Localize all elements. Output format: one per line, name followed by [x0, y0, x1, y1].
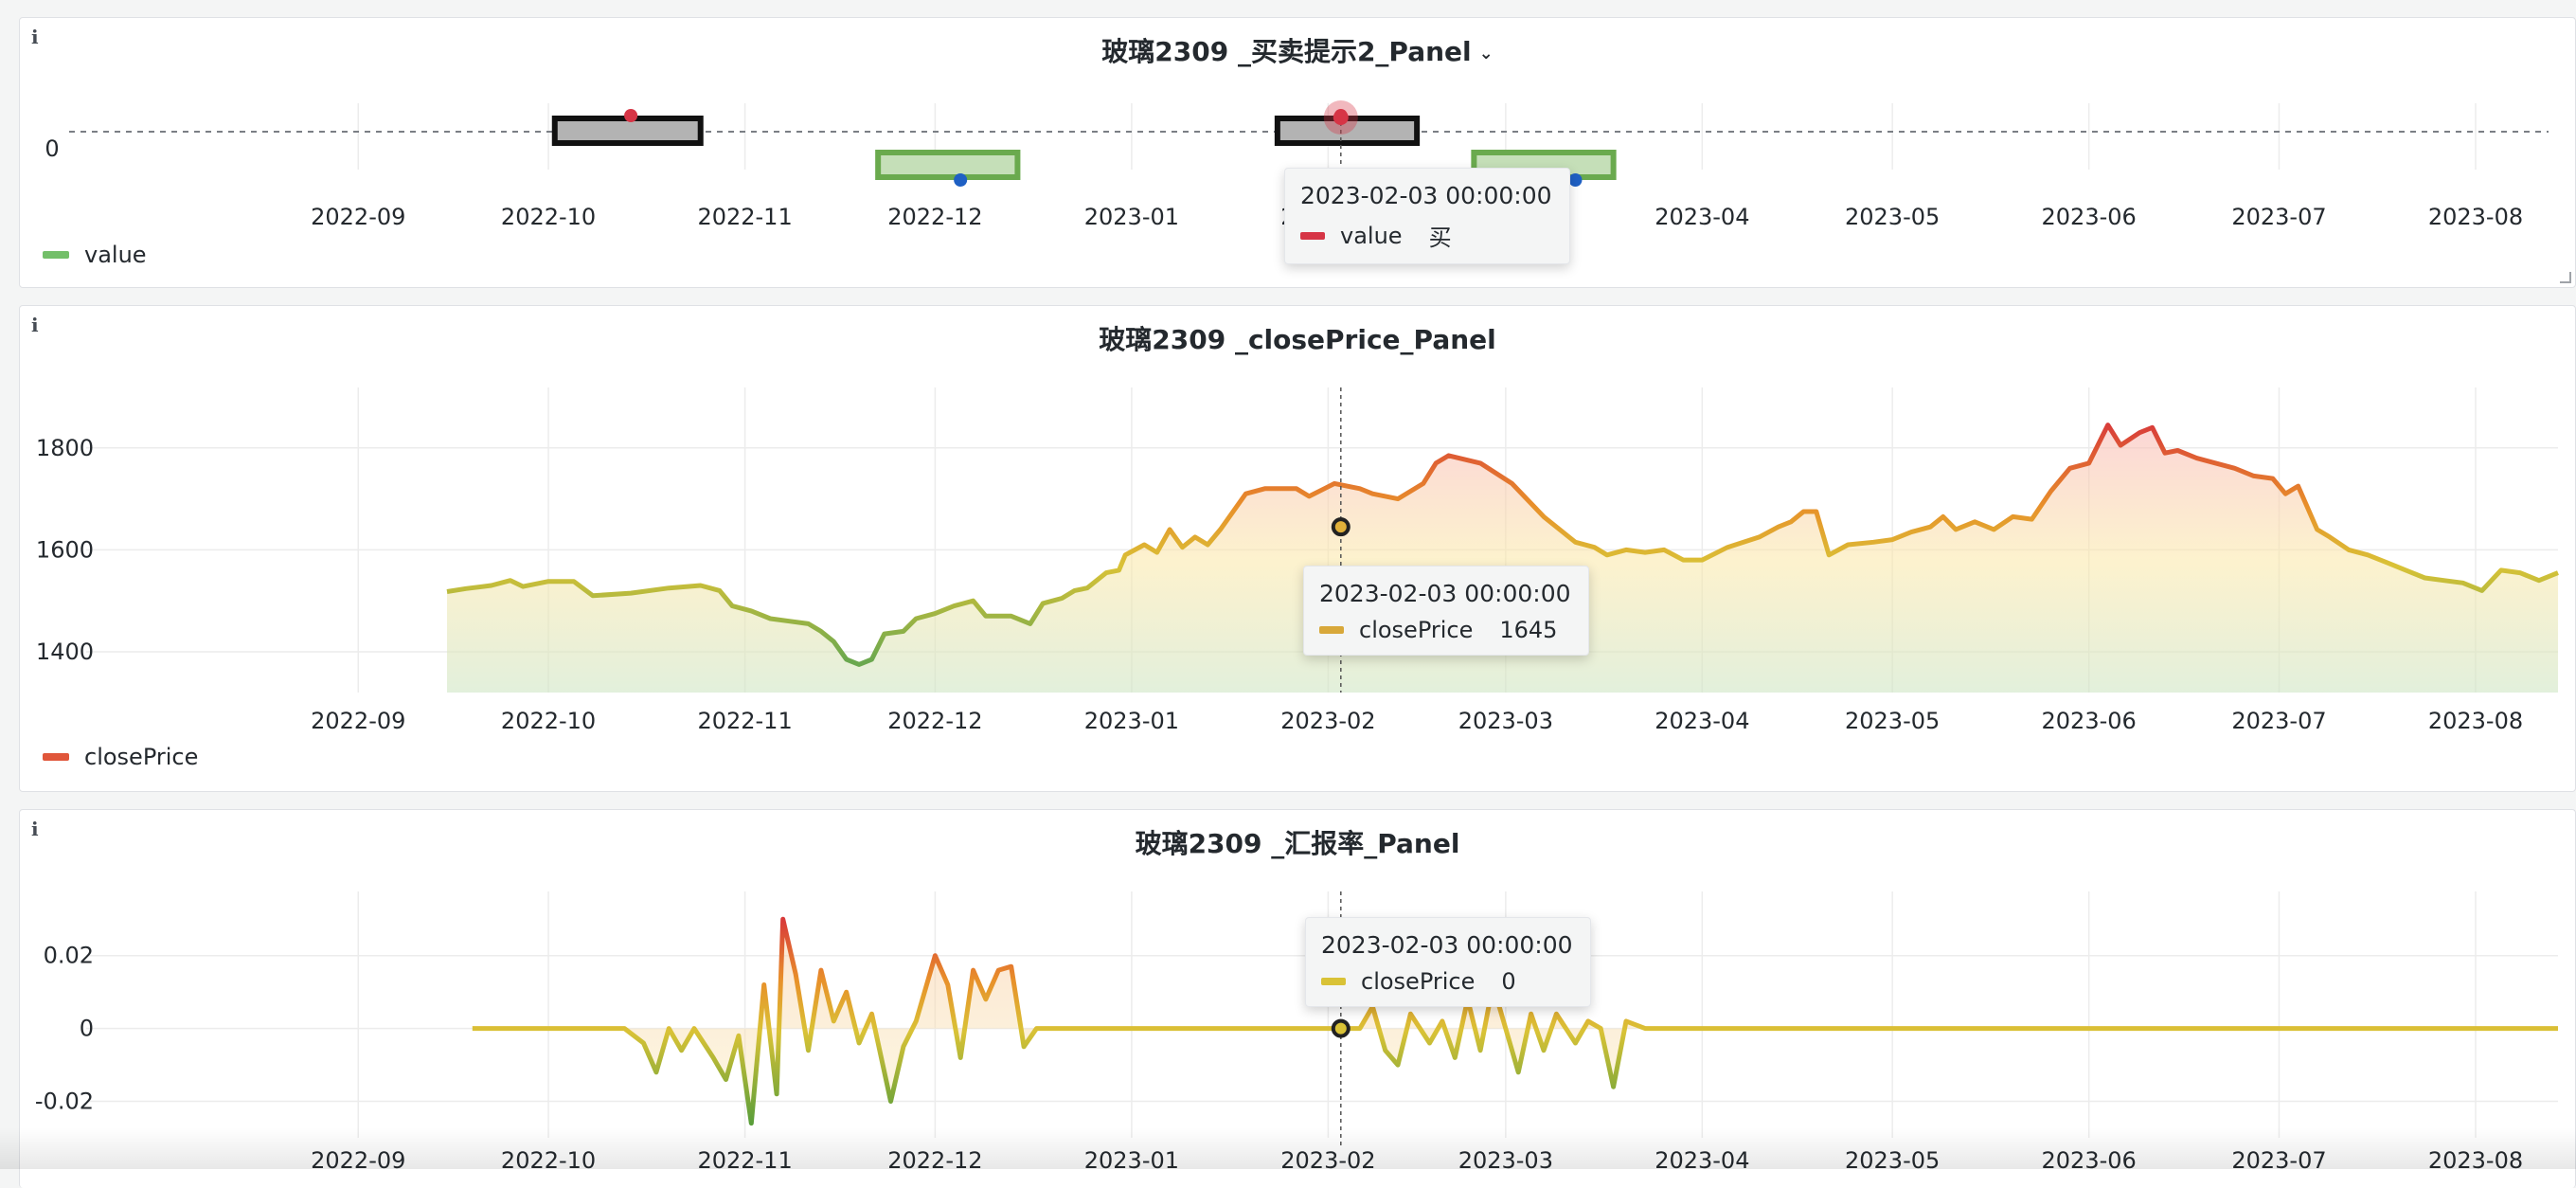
hover-point: [1333, 110, 1349, 125]
x-tick-label: 2023-08: [2428, 1147, 2523, 1174]
x-tick-label: 2022-12: [887, 708, 982, 734]
tooltip-swatch: [1321, 978, 1346, 985]
x-tick-label: 2023-02: [1280, 1147, 1375, 1174]
tooltip-swatch: [1319, 626, 1344, 634]
x-tick-label: 2022-12: [887, 1147, 982, 1174]
x-tick-label: 2022-11: [697, 204, 792, 230]
close-price-panel: i 玻璃2309 _closePrice_Panel 2022-09 2022-1…: [19, 305, 2576, 792]
tooltip-value: 1645: [1499, 617, 1558, 643]
x-tick-label: 2023-04: [1655, 204, 1749, 230]
y-tick-label: 1400: [36, 639, 94, 665]
x-tick-label: 2023-04: [1655, 1147, 1749, 1174]
x-tick-label: 2022-10: [501, 1147, 596, 1174]
x-tick-label: 2023-07: [2231, 204, 2326, 230]
buy-signal-point: [624, 109, 638, 122]
tooltip-time: 2023-02-03 00:00:00: [1300, 182, 1552, 209]
x-tick-label: 2022-10: [501, 708, 596, 734]
x-tick-label: 2023-05: [1845, 1147, 1940, 1174]
tooltip-swatch: [1300, 231, 1325, 240]
close-price-chart: 2022-09 2022-10 2022-11 2022-12 2023-01 2023-…: [36, 387, 2559, 734]
x-tick-label: 2023-01: [1084, 204, 1179, 230]
x-tick-label: 2023-01: [1084, 708, 1179, 734]
return-rate-panel: i 玻璃2309 _汇报率_Panel 2022-09 2022-10 2022-1…: [19, 809, 2576, 1188]
legend-swatch: [43, 753, 69, 761]
buy-signal-box: [551, 116, 704, 146]
x-tick-label: 2023-05: [1845, 204, 1940, 230]
x-tick-label: 2022-09: [311, 1147, 405, 1174]
x-tick-label: 2023-03: [1458, 708, 1553, 734]
x-tick-label: 2023-06: [2042, 1147, 2137, 1174]
hover-point: [1331, 517, 1351, 537]
tooltip-value: 买: [1428, 225, 1452, 251]
x-tick-label: 2023-01: [1084, 1147, 1179, 1174]
x-tick-label: 2023-03: [1458, 1147, 1553, 1174]
tooltip-series: closePrice: [1361, 968, 1476, 995]
return-rate-chart: 2022-09 2022-10 2022-11 2022-12 2023-01 2023-…: [35, 891, 2558, 1174]
y-tick-label: 1800: [36, 435, 94, 461]
hover-tooltip: 2023-02-03 00:00:00 closePrice 0: [1305, 917, 1591, 1007]
hover-tooltip: 2023-02-03 00:00:00 value 买: [1284, 168, 1570, 264]
sell-signal-point: [1568, 173, 1583, 187]
x-tick-label: 2022-09: [311, 708, 405, 734]
x-tick-label: 2023-08: [2428, 204, 2523, 230]
tooltip-value: 0: [1501, 968, 1516, 995]
resize-handle[interactable]: [2560, 272, 2571, 283]
y-tick-label: 0: [45, 135, 59, 162]
x-tick-label: 2023-05: [1845, 708, 1940, 734]
x-tick-label: 2023-02: [1280, 708, 1375, 734]
legend-item-closeprice[interactable]: closePrice: [43, 744, 198, 770]
sell-signal-box: [875, 150, 1021, 180]
x-tick-label: 2022-11: [697, 708, 792, 734]
x-tick-label: 2023-06: [2042, 708, 2137, 734]
x-tick-label: 2022-12: [887, 204, 982, 230]
x-tick-label: 2022-10: [501, 204, 596, 230]
x-tick-label: 2023-07: [2231, 1147, 2326, 1174]
x-tick-label: 2023-08: [2428, 708, 2523, 734]
y-tick-label: 0.02: [44, 943, 94, 969]
tooltip-time: 2023-02-03 00:00:00: [1319, 580, 1571, 607]
y-tick-label: 1600: [36, 536, 94, 563]
tooltip-series: closePrice: [1359, 617, 1474, 643]
tooltip-series: value: [1340, 222, 1403, 249]
sell-signal-point: [954, 173, 968, 187]
tooltip-time: 2023-02-03 00:00:00: [1321, 931, 1573, 959]
legend-swatch: [43, 251, 69, 259]
hover-point: [1331, 1018, 1351, 1038]
x-tick-label: 2023-07: [2231, 708, 2326, 734]
x-tick-label: 2023-06: [2042, 204, 2137, 230]
x-tick-label: 2022-09: [311, 204, 405, 230]
hover-tooltip: 2023-02-03 00:00:00 closePrice 1645: [1303, 566, 1589, 656]
x-tick-label: 2022-11: [697, 1147, 792, 1174]
y-tick-label: 0: [80, 1016, 94, 1042]
x-tick-label: 2023-04: [1655, 708, 1749, 734]
legend-item-value[interactable]: value: [43, 242, 147, 268]
y-tick-label: -0.02: [35, 1089, 94, 1115]
